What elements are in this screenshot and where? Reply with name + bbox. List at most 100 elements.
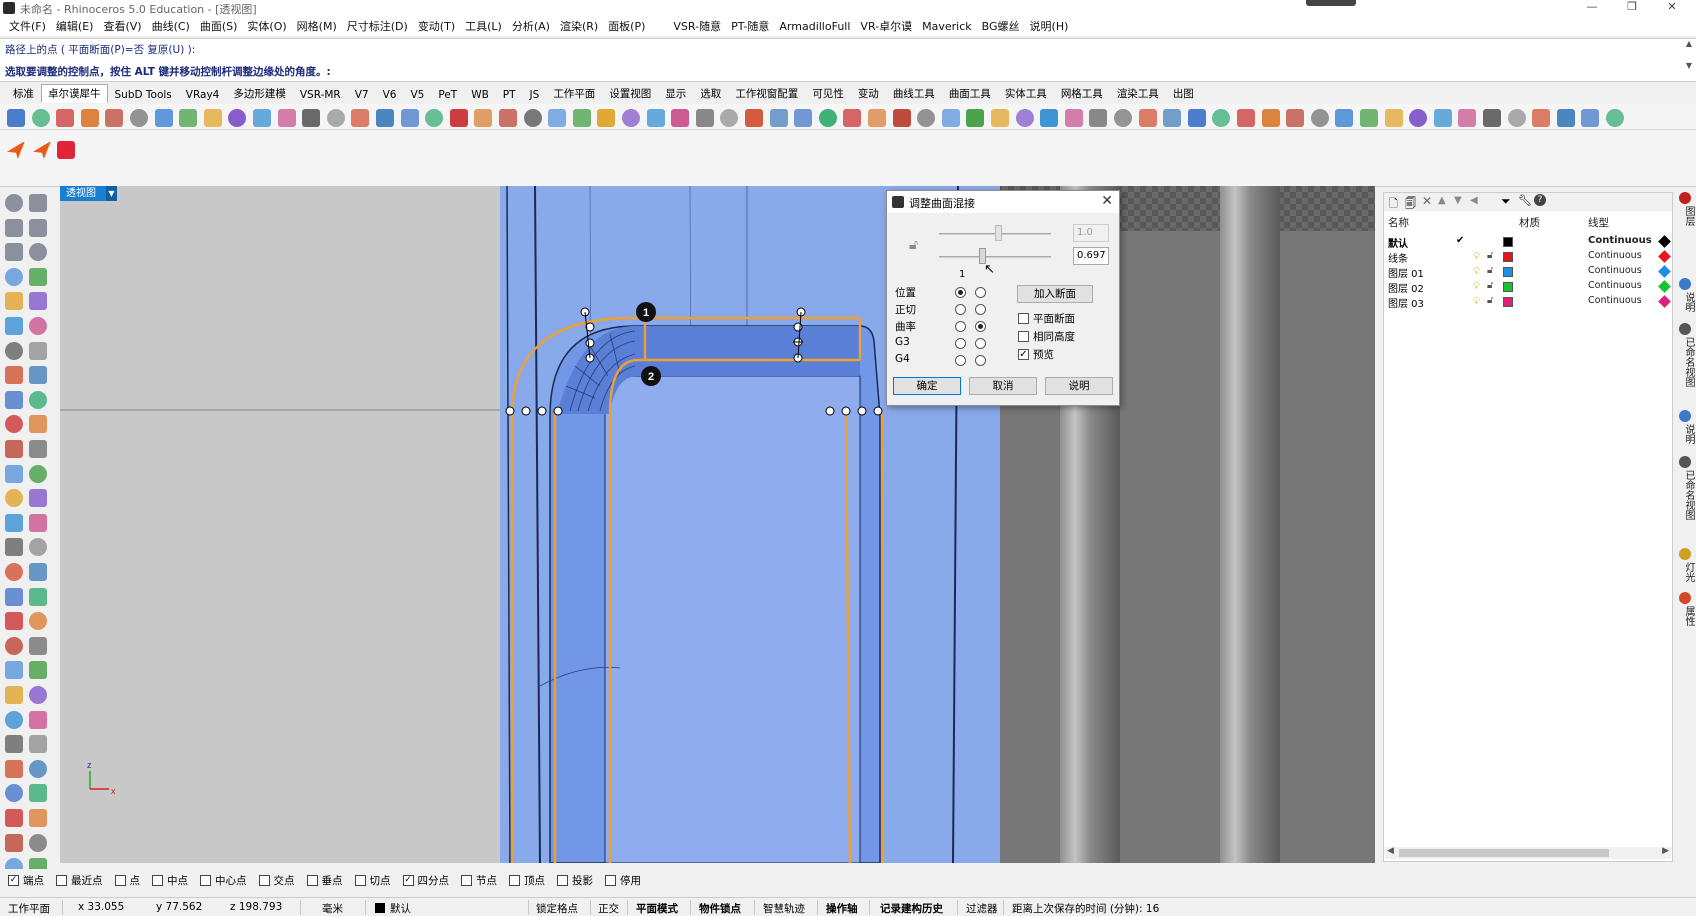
command-scroll-up-icon[interactable]: ▲ bbox=[1682, 39, 1696, 59]
layer-lock-icon[interactable]: 🔓︎ bbox=[1487, 250, 1493, 261]
osnap-option[interactable]: 中点 bbox=[152, 873, 188, 888]
osnap-checkbox[interactable] bbox=[354, 874, 366, 886]
layer-lock-icon[interactable]: 🔓︎ bbox=[1487, 265, 1493, 276]
toolbar-tool-icon[interactable] bbox=[1606, 109, 1624, 127]
toolbar-tool-icon[interactable] bbox=[179, 109, 198, 127]
layer-visible-bulb-icon[interactable]: 💡︎ bbox=[1473, 281, 1480, 292]
toolbar-tool-icon[interactable] bbox=[523, 109, 542, 127]
left-tool-icon[interactable] bbox=[29, 415, 47, 434]
toolbar-tool-icon[interactable] bbox=[695, 109, 714, 127]
menu-item[interactable]: 工具(L) bbox=[460, 18, 507, 34]
toolbar-tab[interactable]: 卓尔谟犀牛 bbox=[41, 84, 108, 103]
column-name-header[interactable]: 名称 bbox=[1388, 215, 1409, 230]
left-tool-icon[interactable] bbox=[29, 809, 47, 827]
layer-row[interactable]: 图层 02 💡︎ 🔓︎ Continuous bbox=[1384, 280, 1672, 295]
side-tab-icon[interactable] bbox=[1679, 456, 1691, 468]
left-tool-icon[interactable] bbox=[29, 489, 47, 508]
osnap-option[interactable]: 顶点 bbox=[509, 873, 545, 888]
slider-2-track[interactable] bbox=[939, 256, 1051, 258]
osnap-option[interactable]: 节点 bbox=[461, 873, 497, 888]
close-button[interactable]: ✕ bbox=[1652, 0, 1692, 16]
side-tab[interactable]: 灯光 bbox=[1677, 562, 1694, 582]
dialog-title-bar[interactable]: 调整曲面混接 ✕ bbox=[887, 191, 1119, 213]
toolbar-tool-icon[interactable] bbox=[351, 109, 370, 127]
left-tool-icon[interactable] bbox=[29, 292, 47, 311]
filter-icon[interactable]: ⏷ bbox=[1501, 194, 1511, 209]
menu-item[interactable]: 渲染(R) bbox=[555, 18, 603, 34]
toolbar-tab[interactable]: JS bbox=[523, 87, 547, 103]
toolbar-tab[interactable]: 工作视窗配置 bbox=[728, 84, 805, 103]
ok-button[interactable]: 确定 bbox=[893, 377, 961, 395]
osnap-option[interactable]: 最近点 bbox=[56, 873, 103, 888]
left-tool-icon[interactable] bbox=[5, 809, 23, 827]
continuity-radio-left[interactable] bbox=[955, 304, 966, 315]
status-planar[interactable]: 平面模式 bbox=[636, 901, 678, 916]
side-tab-icon[interactable] bbox=[1679, 278, 1691, 290]
toolbar-tool-icon[interactable] bbox=[1556, 109, 1575, 127]
menu-item[interactable]: 曲面(S) bbox=[195, 18, 243, 34]
layer-color-swatch[interactable] bbox=[1503, 297, 1513, 307]
side-tab[interactable]: 已命名视图 bbox=[1677, 337, 1694, 387]
osnap-checkbox[interactable] bbox=[114, 874, 126, 886]
toolbar-tab[interactable]: 可见性 bbox=[805, 84, 851, 103]
toolbar-tab[interactable]: 选取 bbox=[693, 84, 728, 103]
menu-item[interactable]: 说明(H) bbox=[1025, 18, 1074, 34]
help-icon[interactable]: ? bbox=[1534, 194, 1546, 206]
perspective-viewport[interactable]: 1 2 z x 透视图 ▼ bbox=[60, 186, 1375, 863]
status-units[interactable]: 毫米 bbox=[322, 901, 343, 916]
toolbar-tab[interactable]: 标准 bbox=[6, 84, 41, 103]
toolbar-tab[interactable]: 曲面工具 bbox=[942, 84, 998, 103]
osnap-option[interactable]: 点 bbox=[114, 873, 140, 888]
toolbar-tool-icon[interactable] bbox=[917, 109, 936, 127]
toolbar-tool-icon[interactable] bbox=[7, 109, 25, 127]
toolbar-tool-icon[interactable] bbox=[80, 109, 99, 127]
left-tool-icon[interactable] bbox=[29, 784, 47, 803]
osnap-checkbox[interactable] bbox=[258, 874, 270, 886]
left-tool-icon[interactable] bbox=[29, 341, 47, 360]
layer-print-color-icon[interactable] bbox=[1658, 250, 1671, 263]
column-linetype-header[interactable]: 线型 bbox=[1588, 215, 1609, 230]
side-tab[interactable]: 已命名视图 bbox=[1677, 470, 1694, 520]
toolbar-tool-icon[interactable] bbox=[745, 109, 763, 127]
toolbar-tool-icon[interactable] bbox=[449, 109, 468, 127]
option-checkbox[interactable] bbox=[1018, 313, 1029, 324]
left-tool-icon[interactable] bbox=[29, 661, 47, 680]
toolbar-tool-icon[interactable] bbox=[31, 109, 50, 127]
toolbar-tab[interactable]: PT bbox=[496, 87, 523, 103]
toolbar-tool-icon[interactable] bbox=[991, 109, 1009, 127]
toolbar-tool-icon[interactable] bbox=[572, 109, 591, 127]
status-osnap[interactable]: 物件锁点 bbox=[699, 901, 741, 916]
continuity-radio-right[interactable] bbox=[975, 355, 986, 366]
toolbar-tool-icon[interactable] bbox=[1483, 109, 1501, 127]
layer-visible-bulb-icon[interactable]: 💡︎ bbox=[1473, 251, 1480, 262]
menu-item[interactable]: 编辑(E) bbox=[51, 18, 99, 34]
left-tool-icon[interactable] bbox=[5, 710, 23, 729]
side-tab-icon[interactable] bbox=[1679, 592, 1691, 604]
left-tool-icon[interactable] bbox=[5, 440, 23, 458]
menu-item[interactable]: ArmadilloFull bbox=[774, 20, 855, 33]
toolbar-tab[interactable]: 多边形建模 bbox=[226, 84, 293, 103]
osnap-option[interactable]: 中心点 bbox=[200, 873, 247, 888]
lock-icon[interactable]: 🔓︎ bbox=[909, 237, 918, 253]
toolbar-tab[interactable]: VRay4 bbox=[179, 87, 227, 103]
layer-color-swatch[interactable] bbox=[1503, 252, 1513, 262]
continuity-radio-left[interactable] bbox=[955, 287, 966, 298]
left-tool-icon[interactable] bbox=[29, 390, 47, 409]
toolbar-tab[interactable]: 设置视图 bbox=[602, 84, 658, 103]
status-history[interactable]: 记录建构历史 bbox=[880, 901, 943, 916]
restore-button[interactable]: ❐ bbox=[1612, 0, 1652, 16]
layer-color-swatch[interactable] bbox=[1503, 237, 1513, 247]
left-tool-icon[interactable] bbox=[5, 661, 23, 680]
slider-1-thumb[interactable] bbox=[995, 225, 1002, 241]
toolbar-tool-icon[interactable] bbox=[794, 109, 813, 127]
layer-row[interactable]: 默认 ✔ Continuous bbox=[1384, 235, 1672, 250]
toolbar-tab[interactable]: 显示 bbox=[658, 84, 693, 103]
toolbar-tab[interactable]: 出图 bbox=[1166, 84, 1201, 103]
status-ortho[interactable]: 正交 bbox=[598, 901, 619, 916]
menu-item[interactable]: BG螺丝 bbox=[977, 18, 1025, 34]
osnap-checkbox[interactable] bbox=[461, 874, 472, 886]
current-layer-check[interactable]: ✔ bbox=[1456, 235, 1464, 246]
osnap-checkbox[interactable]: ✓ bbox=[8, 874, 19, 886]
menu-item[interactable]: 文件(F) bbox=[4, 18, 51, 34]
left-tool-icon[interactable] bbox=[5, 243, 23, 262]
